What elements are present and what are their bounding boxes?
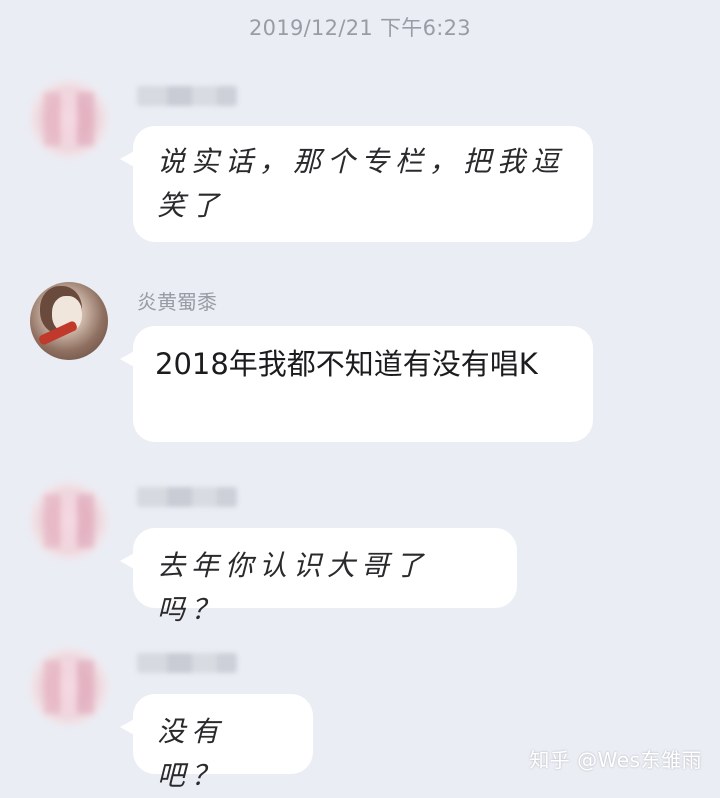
sender-name: 炎黄蜀黍 [137,290,217,314]
sender-name [137,653,237,673]
message-text: 没有吧？ [157,715,226,792]
chat-timestamp: 2019/12/21 下午6:23 [249,16,471,40]
message-text: 2018年我都不知道有没有唱K [155,347,538,381]
avatar[interactable] [30,80,108,158]
message-bubble[interactable]: 说实话，那个专栏，把我逗笑了 [120,126,593,242]
sender-name [137,86,237,106]
sender-name [137,487,237,507]
message-text: 去年你认识大哥了吗？ [157,549,430,626]
message-bubble[interactable]: 2018年我都不知道有没有唱K [120,326,593,442]
avatar[interactable] [30,482,108,560]
watermark: 知乎 @Wes东雏雨 [529,748,702,772]
avatar[interactable] [30,282,108,360]
avatar[interactable] [30,648,108,726]
message-bubble[interactable]: 去年你认识大哥了吗？ [120,528,517,626]
message-text: 说实话，那个专栏，把我逗笑了 [157,145,566,222]
message-bubble[interactable]: 没有吧？ [120,694,313,792]
chat-window: 2019/12/21 下午6:23 说实话，那个专栏，把我逗笑了 炎黄蜀黍 20… [0,0,720,792]
